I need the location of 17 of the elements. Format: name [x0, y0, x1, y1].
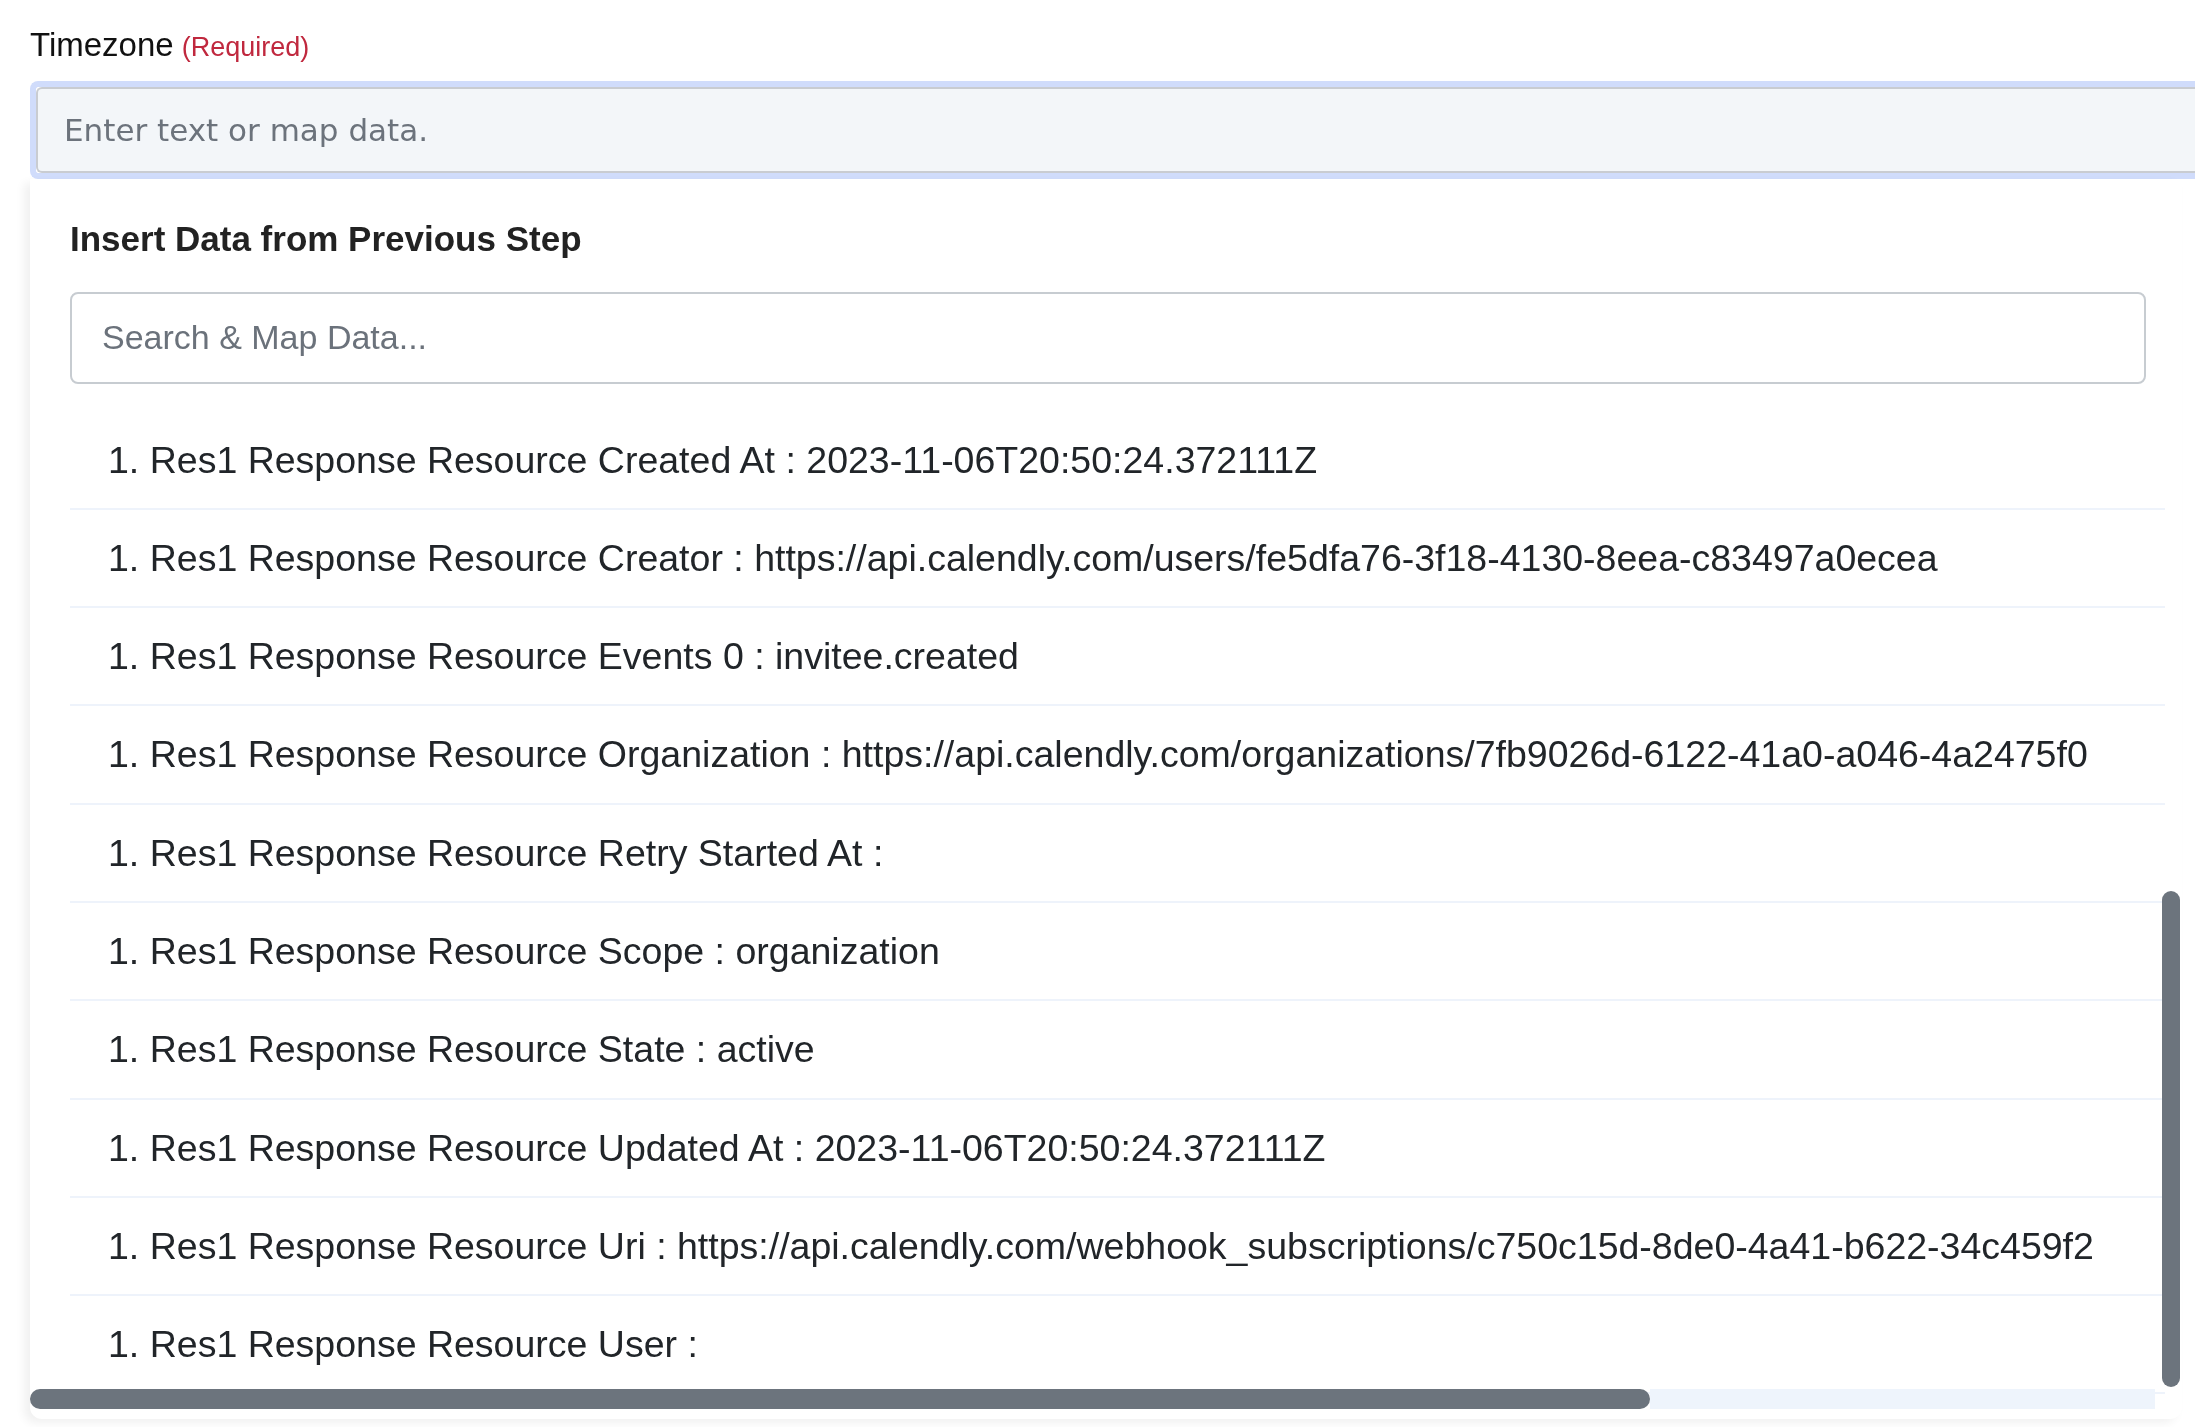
data-option[interactable]: 1. Res1 Response Resource State : active	[108, 1021, 815, 1078]
data-option[interactable]: 1. Res1 Response Resource Updated At : 2023-11-06T20:50:24.372111Z	[108, 1119, 1326, 1176]
data-option[interactable]: 1. Res1 Response Resource User :	[108, 1316, 698, 1373]
horizontal-scrollbar-thumb[interactable]	[30, 1389, 1650, 1409]
panel-title: Insert Data from Previous Step	[70, 218, 583, 260]
data-option[interactable]: 1. Res1 Response Resource Scope : organization	[108, 923, 940, 980]
required-note: (Required)	[181, 31, 310, 64]
vertical-scrollbar[interactable]	[2162, 891, 2180, 1387]
data-option[interactable]: 1. Res1 Response Resource Retry Started At :	[108, 824, 884, 881]
data-option[interactable]: 1. Res1 Response Resource Uri : https://api.calendly.com/webhook_subscriptions/c750c15d-8de0-4a41-b622-34c459f2	[108, 1217, 2094, 1275]
field-label: Timezone	[30, 25, 174, 65]
search-field[interactable]: Search & Map Data...	[70, 291, 2146, 384]
data-option[interactable]: 1. Res1 Response Resource Created At : 2023-11-06T20:50:24.372111Z	[108, 431, 1318, 488]
timezone-field[interactable]: Enter text or map data.	[30, 81, 2195, 179]
data-option[interactable]: 1. Res1 Response Resource Events 0 : invitee.created	[108, 628, 1019, 685]
data-option[interactable]: 1. Res1 Response Resource Organization : https://api.calendly.com/organizations/7fb9026d-6122-41a0-a046-4a2475f0	[108, 726, 2088, 783]
data-option[interactable]: 1. Res1 Response Resource Creator : https://api.calendly.com/users/fe5dfa76-3f18-4130-8eea-c83497a0ecea	[108, 529, 1938, 587]
